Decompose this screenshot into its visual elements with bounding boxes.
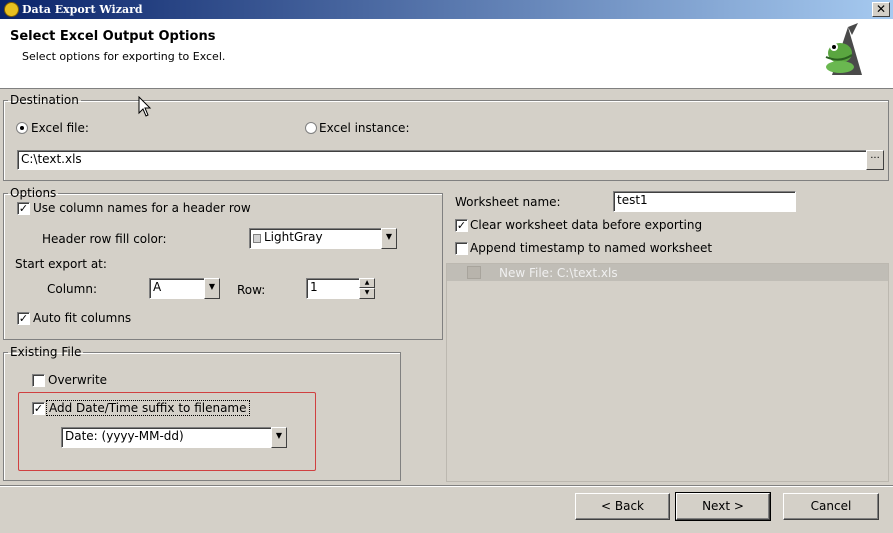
overwrite-checkbox[interactable] (32, 374, 45, 387)
back-button[interactable]: < Back (575, 493, 670, 520)
header-fill-select[interactable]: LightGray (249, 228, 382, 249)
append-timestamp-label: Append timestamp to named worksheet (470, 241, 713, 255)
auto-fit-label: Auto fit columns (33, 311, 132, 325)
header-fill-dropdown-button[interactable]: ▼ (381, 228, 397, 249)
excel-file-icon (467, 266, 481, 279)
browse-button[interactable]: ··· (866, 150, 884, 170)
destination-legend: Destination (10, 93, 79, 107)
color-swatch-icon (253, 234, 261, 243)
excel-file-label: Excel file: (31, 121, 89, 135)
header-fill-value: LightGray (264, 230, 323, 244)
mascot-logo-icon (818, 23, 872, 77)
start-export-label: Start export at: (15, 257, 107, 271)
window-title: Data Export Wizard (22, 3, 143, 16)
excel-instance-radio[interactable] (305, 122, 317, 134)
worksheet-name-input[interactable]: test1 (613, 191, 796, 212)
mouse-cursor-icon (138, 96, 152, 117)
use-column-names-checkbox[interactable]: ✓ (17, 202, 30, 215)
app-icon (4, 2, 19, 17)
column-dropdown-button[interactable]: ▼ (204, 278, 220, 299)
wizard-header: Select Excel Output Options Select optio… (0, 19, 893, 89)
column-select[interactable]: A (149, 278, 205, 299)
worksheet-name-label: Worksheet name: (455, 195, 561, 209)
date-suffix-label: Add Date/Time suffix to filename (46, 400, 250, 416)
row-label: Row: (237, 283, 266, 297)
footer-divider (0, 485, 893, 487)
auto-fit-checkbox[interactable]: ✓ (17, 312, 30, 325)
date-suffix-checkbox[interactable]: ✓ (32, 402, 45, 415)
clear-worksheet-checkbox[interactable]: ✓ (455, 219, 468, 232)
row-spin-down-button[interactable]: ▼ (359, 288, 375, 299)
excel-file-radio[interactable] (16, 122, 28, 134)
date-format-dropdown-button[interactable]: ▼ (271, 427, 287, 448)
file-path-input[interactable]: C:\text.xls (17, 150, 867, 170)
cancel-button[interactable]: Cancel (783, 493, 879, 520)
options-legend: Options (10, 186, 57, 200)
tree-item-new-file[interactable]: New File: C:\text.xls (499, 266, 618, 280)
row-spin-up-button[interactable]: ▲ (359, 278, 375, 288)
overwrite-label: Overwrite (48, 373, 108, 387)
existing-file-legend: Existing File (10, 345, 82, 359)
clear-worksheet-label: Clear worksheet data before exporting (470, 218, 703, 232)
close-button[interactable]: ✕ (872, 2, 890, 17)
row-input[interactable]: 1 (306, 278, 360, 299)
use-column-names-label: Use column names for a header row (33, 201, 251, 215)
next-button[interactable]: Next > (675, 492, 771, 521)
page-subtitle: Select options for exporting to Excel. (22, 50, 226, 63)
column-label: Column: (47, 282, 97, 296)
date-format-select[interactable]: Date: (yyyy-MM-dd) (61, 427, 272, 448)
title-bar: Data Export Wizard ✕ (0, 0, 893, 19)
excel-instance-label: Excel instance: (319, 121, 410, 135)
header-fill-label: Header row fill color: (42, 232, 167, 246)
worksheet-tree[interactable] (446, 263, 889, 482)
append-timestamp-checkbox[interactable] (455, 242, 468, 255)
page-title: Select Excel Output Options (10, 29, 216, 44)
